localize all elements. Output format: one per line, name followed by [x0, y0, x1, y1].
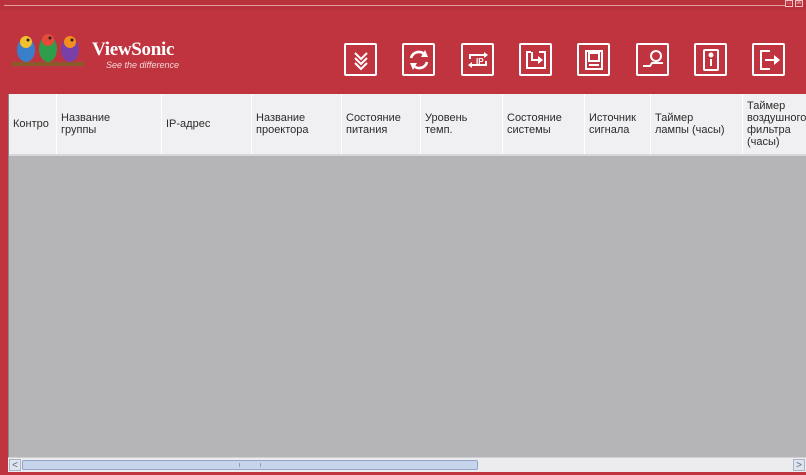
svg-text:IP: IP [476, 57, 484, 66]
exit-icon [759, 49, 780, 70]
info-button[interactable] [694, 43, 727, 76]
collapse-button[interactable] [344, 43, 377, 76]
info-icon [702, 48, 719, 71]
column-control[interactable]: Контро [9, 94, 57, 154]
brand-tagline: See the difference [106, 60, 180, 70]
export-icon [525, 50, 546, 69]
ip-transfer-button[interactable]: IP [461, 43, 494, 76]
brand-name: ViewSonic [92, 39, 175, 60]
close-button[interactable]: ☒ [795, 0, 803, 7]
scrollbar-grip [239, 463, 261, 467]
window-controls: □ ☒ [785, 0, 803, 9]
refresh-icon [409, 49, 428, 70]
column-ip-address[interactable]: IP-адрес [162, 94, 252, 154]
scroll-left-button[interactable]: < [9, 459, 21, 471]
column-system-status[interactable]: Состояние системы [503, 94, 585, 154]
column-projector-name[interactable]: Название проектора [252, 94, 342, 154]
column-power-status[interactable]: Состояние питания [342, 94, 421, 154]
column-group-name[interactable]: Название группы [57, 94, 162, 154]
collapse-icon [353, 51, 368, 70]
column-temp-level[interactable]: Уровень темп. [421, 94, 503, 154]
export-button[interactable] [519, 43, 552, 76]
scrollbar-thumb[interactable] [22, 460, 478, 470]
projector-table: Контро Название группы IP-адрес Название… [8, 94, 806, 457]
column-filter-timer[interactable]: Таймер воздушного фильтра (часы) [743, 94, 806, 154]
refresh-button[interactable] [402, 43, 435, 76]
title-bar: □ ☒ [0, 0, 806, 10]
scroll-right-button[interactable]: > [793, 459, 805, 471]
exit-button[interactable] [752, 43, 785, 76]
ip-transfer-icon: IP [467, 51, 488, 68]
settings-icon [642, 49, 663, 67]
title-bar-line [4, 5, 786, 6]
column-signal-source[interactable]: Источник сигнала [585, 94, 651, 154]
column-lamp-timer[interactable]: Таймер лампы (часы) [651, 94, 743, 154]
table-header: Контро Название группы IP-адрес Название… [9, 94, 806, 156]
settings-button[interactable] [636, 43, 669, 76]
save-icon [584, 49, 603, 70]
restore-button[interactable]: □ [785, 0, 793, 7]
horizontal-scrollbar[interactable]: < > [8, 457, 806, 472]
save-button[interactable] [577, 43, 610, 76]
viewsonic-birds-logo [12, 34, 84, 66]
